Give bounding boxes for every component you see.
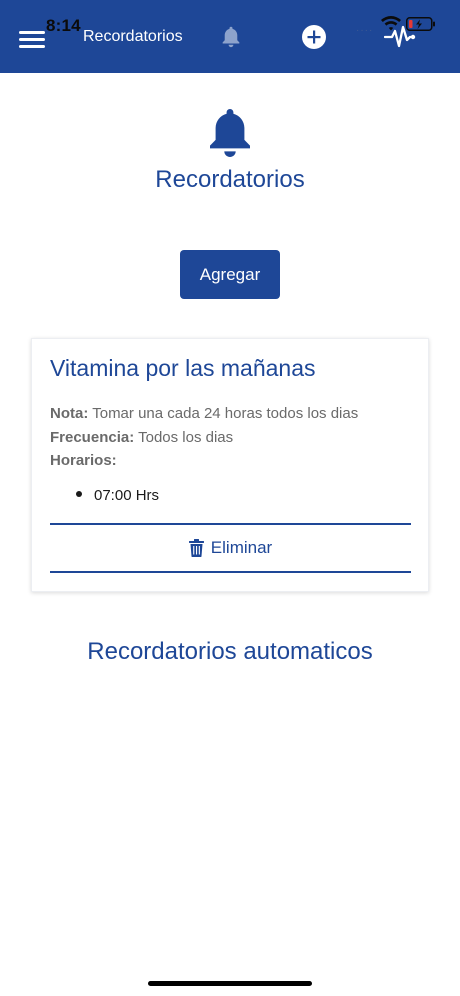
list-item: 07:00 Hrs [76, 487, 159, 504]
schedule-label: Horarios: [50, 452, 117, 469]
home-indicator [148, 981, 312, 986]
delete-label: Eliminar [210, 537, 273, 557]
page-title: Recordatorios [155, 166, 305, 193]
heartbeat-icon[interactable] [384, 24, 416, 50]
status-time: 8:14 [46, 16, 81, 35]
delete-reminder-button[interactable]: Eliminar [50, 524, 411, 571]
add-reminder-button[interactable]: Agregar [180, 250, 280, 299]
reminder-card: Vitamina por las mañanas Nota: Tomar una… [31, 338, 429, 592]
note-value: Tomar una cada 24 horas todos los dias [88, 405, 359, 422]
top-app-bar: 8:14 Recordatorios ···· [0, 0, 460, 73]
menu-icon[interactable] [19, 31, 45, 49]
divider [50, 571, 411, 573]
frequency-value: Todos los dias [134, 429, 234, 446]
schedule-list: 07:00 Hrs [76, 487, 159, 504]
reminder-frequency: Frecuencia: Todos los dias [50, 429, 233, 446]
bell-icon[interactable] [218, 24, 244, 50]
trash-icon [188, 538, 204, 557]
automatic-reminders-title: Recordatorios automaticos [87, 638, 373, 665]
app-bar-title: Recordatorios [83, 28, 183, 45]
plus-circle-icon[interactable] [301, 24, 327, 50]
bell-icon [210, 109, 250, 157]
reminder-schedule: Horarios: [50, 452, 117, 469]
reminder-title: Vitamina por las mañanas [50, 355, 316, 381]
bullet-icon [76, 491, 82, 498]
frequency-label: Frecuencia: [50, 429, 135, 446]
reminder-note: Nota: Tomar una cada 24 horas todos los … [50, 405, 358, 422]
signal-dots: ···· [356, 25, 374, 36]
note-label: Nota: [50, 405, 89, 422]
schedule-time: 07:00 Hrs [94, 487, 160, 504]
